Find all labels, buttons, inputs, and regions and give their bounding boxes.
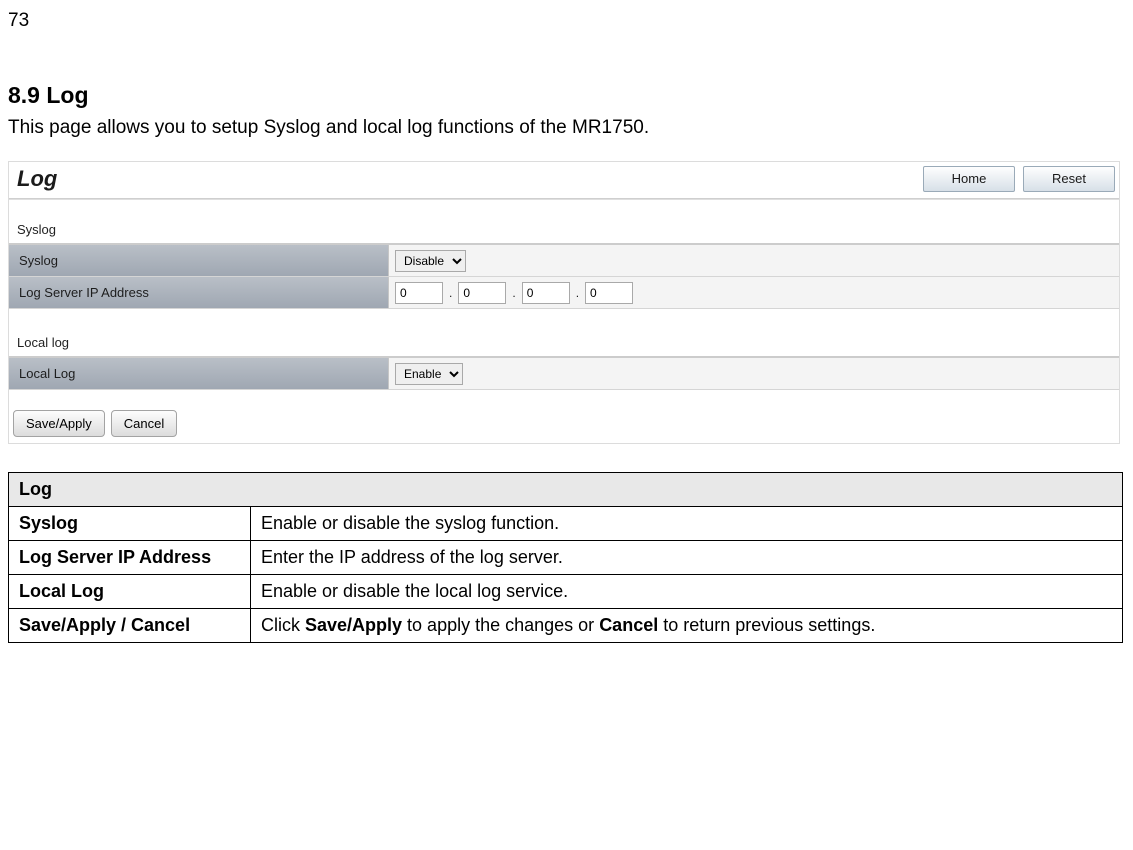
table-row: Log <box>9 473 1123 507</box>
router-ui-screenshot: Log Home Reset Syslog Syslog Disable Log… <box>8 161 1120 444</box>
row-text: Enable or disable the local log service. <box>251 575 1123 609</box>
row-text: Enable or disable the syslog function. <box>251 507 1123 541</box>
table-row: Syslog Enable or disable the syslog func… <box>9 507 1123 541</box>
cancel-button[interactable]: Cancel <box>111 410 177 437</box>
text-fragment: to apply the changes or <box>402 615 599 635</box>
ip-octet-4[interactable] <box>585 282 633 304</box>
dot-separator: . <box>449 286 452 300</box>
ip-row-value: . . . <box>389 277 1119 308</box>
page-number: 73 <box>8 10 1125 32</box>
section-heading: 8.9 Log <box>8 82 1125 109</box>
ip-octet-1[interactable] <box>395 282 443 304</box>
row-text: Enter the IP address of the log server. <box>251 541 1123 575</box>
table-header: Log <box>9 473 1123 507</box>
row-label: Log Server IP Address <box>9 541 251 575</box>
local-log-select[interactable]: Enable <box>395 363 463 385</box>
router-page-title: Log <box>17 166 57 192</box>
spacer <box>9 309 1119 331</box>
syslog-row-label: Syslog <box>9 245 389 276</box>
text-fragment: to return previous settings. <box>658 615 875 635</box>
reset-button[interactable]: Reset <box>1023 166 1115 192</box>
ip-octet-2[interactable] <box>458 282 506 304</box>
table-row: Save/Apply / Cancel Click Save/Apply to … <box>9 609 1123 643</box>
syslog-select[interactable]: Disable <box>395 250 466 272</box>
row-label: Syslog <box>9 507 251 541</box>
ip-row: Log Server IP Address . . . <box>9 277 1119 309</box>
table-row: Local Log Enable or disable the local lo… <box>9 575 1123 609</box>
router-header: Log Home Reset <box>9 162 1119 196</box>
row-label: Save/Apply / Cancel <box>9 609 251 643</box>
table-row: Log Server IP Address Enter the IP addre… <box>9 541 1123 575</box>
router-nav-buttons: Home Reset <box>923 166 1115 192</box>
dot-separator: . <box>576 286 579 300</box>
ip-octet-3[interactable] <box>522 282 570 304</box>
home-button[interactable]: Home <box>923 166 1015 192</box>
bold-text: Cancel <box>599 615 658 635</box>
ip-row-label: Log Server IP Address <box>9 277 389 308</box>
text-fragment: Click <box>261 615 305 635</box>
local-log-row: Local Log Enable <box>9 358 1119 390</box>
bold-text: Save/Apply <box>305 615 402 635</box>
description-table: Log Syslog Enable or disable the syslog … <box>8 472 1123 643</box>
dot-separator: . <box>512 286 515 300</box>
row-text: Click Save/Apply to apply the changes or… <box>251 609 1123 643</box>
divider <box>9 198 1119 200</box>
syslog-row: Syslog Disable <box>9 245 1119 277</box>
section-intro: This page allows you to setup Syslog and… <box>8 117 1125 139</box>
syslog-section-label: Syslog <box>9 218 1119 245</box>
syslog-row-value: Disable <box>389 245 1119 276</box>
local-log-row-value: Enable <box>389 358 1119 389</box>
button-bar: Save/Apply Cancel <box>9 390 1119 443</box>
local-log-row-label: Local Log <box>9 358 389 389</box>
row-label: Local Log <box>9 575 251 609</box>
save-apply-button[interactable]: Save/Apply <box>13 410 105 437</box>
local-log-section-label: Local log <box>9 331 1119 358</box>
